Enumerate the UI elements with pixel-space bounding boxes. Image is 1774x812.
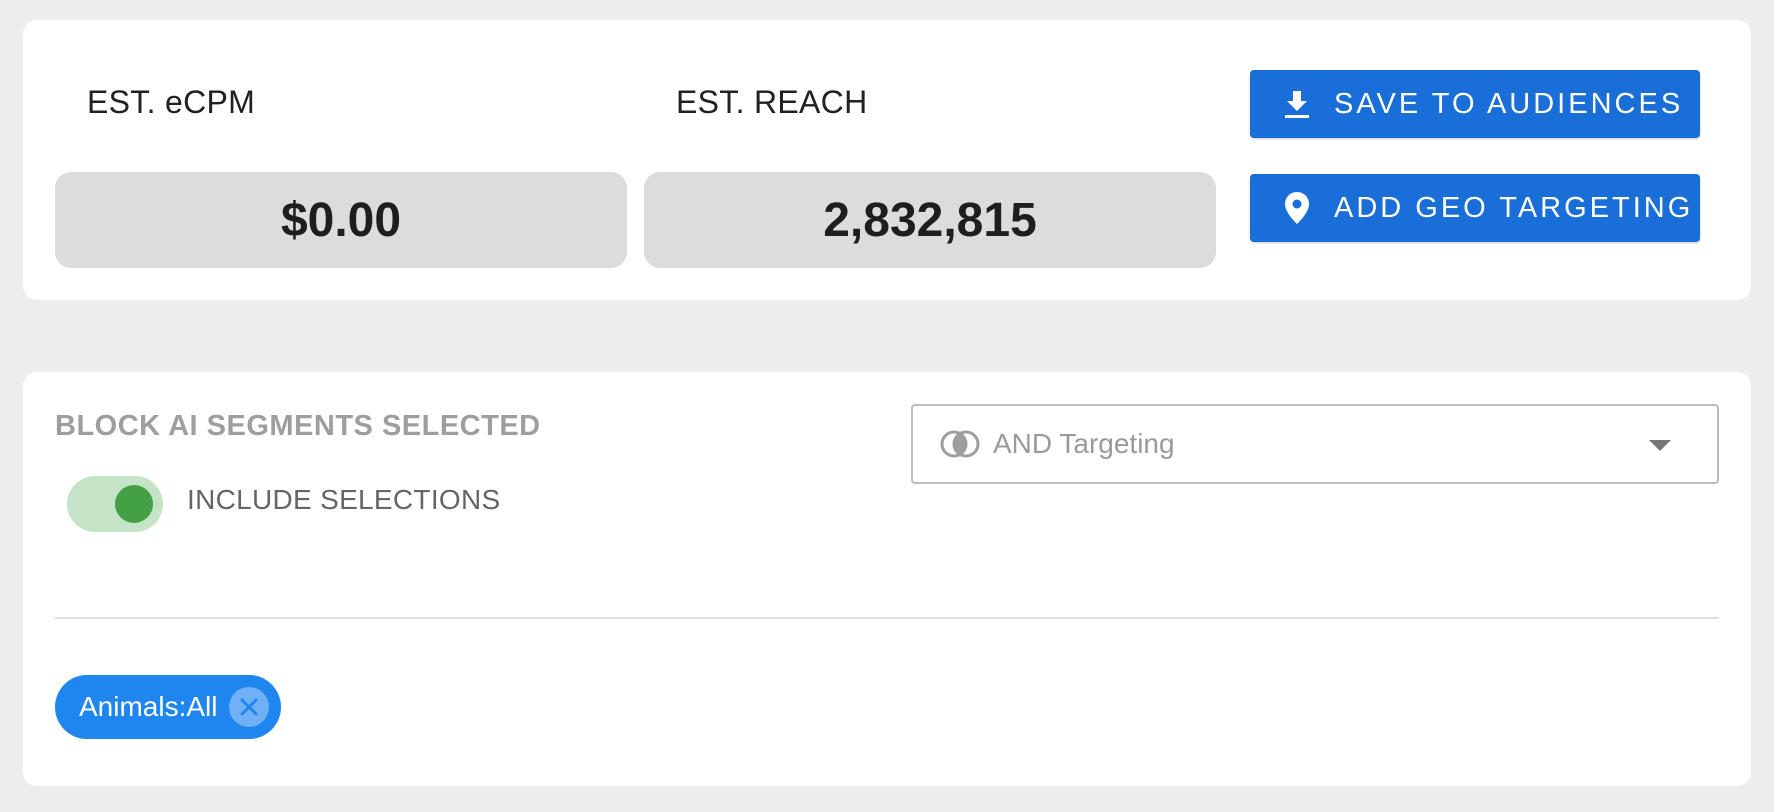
section-divider — [55, 617, 1719, 619]
save-to-audiences-button[interactable]: SAVE TO AUDIENCES — [1250, 70, 1700, 138]
ecpm-value: $0.00 — [55, 172, 627, 268]
chevron-down-icon — [1649, 440, 1671, 451]
download-icon — [1282, 87, 1312, 121]
include-selections-toggle[interactable] — [67, 476, 163, 532]
reach-value: 2,832,815 — [644, 172, 1216, 268]
include-selections-label: INCLUDE SELECTIONS — [187, 484, 501, 515]
location-pin-icon — [1282, 191, 1312, 225]
segment-chip-label: Animals:All — [79, 691, 218, 722]
add-geo-targeting-button[interactable]: ADD GEO TARGETING — [1250, 174, 1700, 242]
ecpm-label: EST. eCPM — [87, 84, 256, 120]
intersection-icon — [939, 429, 981, 459]
reach-label: EST. REACH — [676, 84, 868, 120]
segments-section-title: BLOCK AI SEGMENTS SELECTED — [55, 410, 541, 442]
targeting-mode-value: AND Targeting — [993, 428, 1175, 459]
targeting-mode-select[interactable]: AND Targeting — [911, 404, 1719, 484]
add-geo-targeting-label: ADD GEO TARGETING — [1334, 191, 1694, 224]
segment-chip: Animals:All — [55, 675, 281, 739]
close-circle-icon[interactable] — [229, 687, 269, 727]
estimates-card: EST. eCPM $0.00 EST. REACH 2,832,815 SAV… — [23, 20, 1751, 300]
save-to-audiences-label: SAVE TO AUDIENCES — [1334, 87, 1684, 120]
toggle-knob — [115, 485, 153, 523]
segments-card: BLOCK AI SEGMENTS SELECTED INCLUDE SELEC… — [23, 372, 1751, 786]
